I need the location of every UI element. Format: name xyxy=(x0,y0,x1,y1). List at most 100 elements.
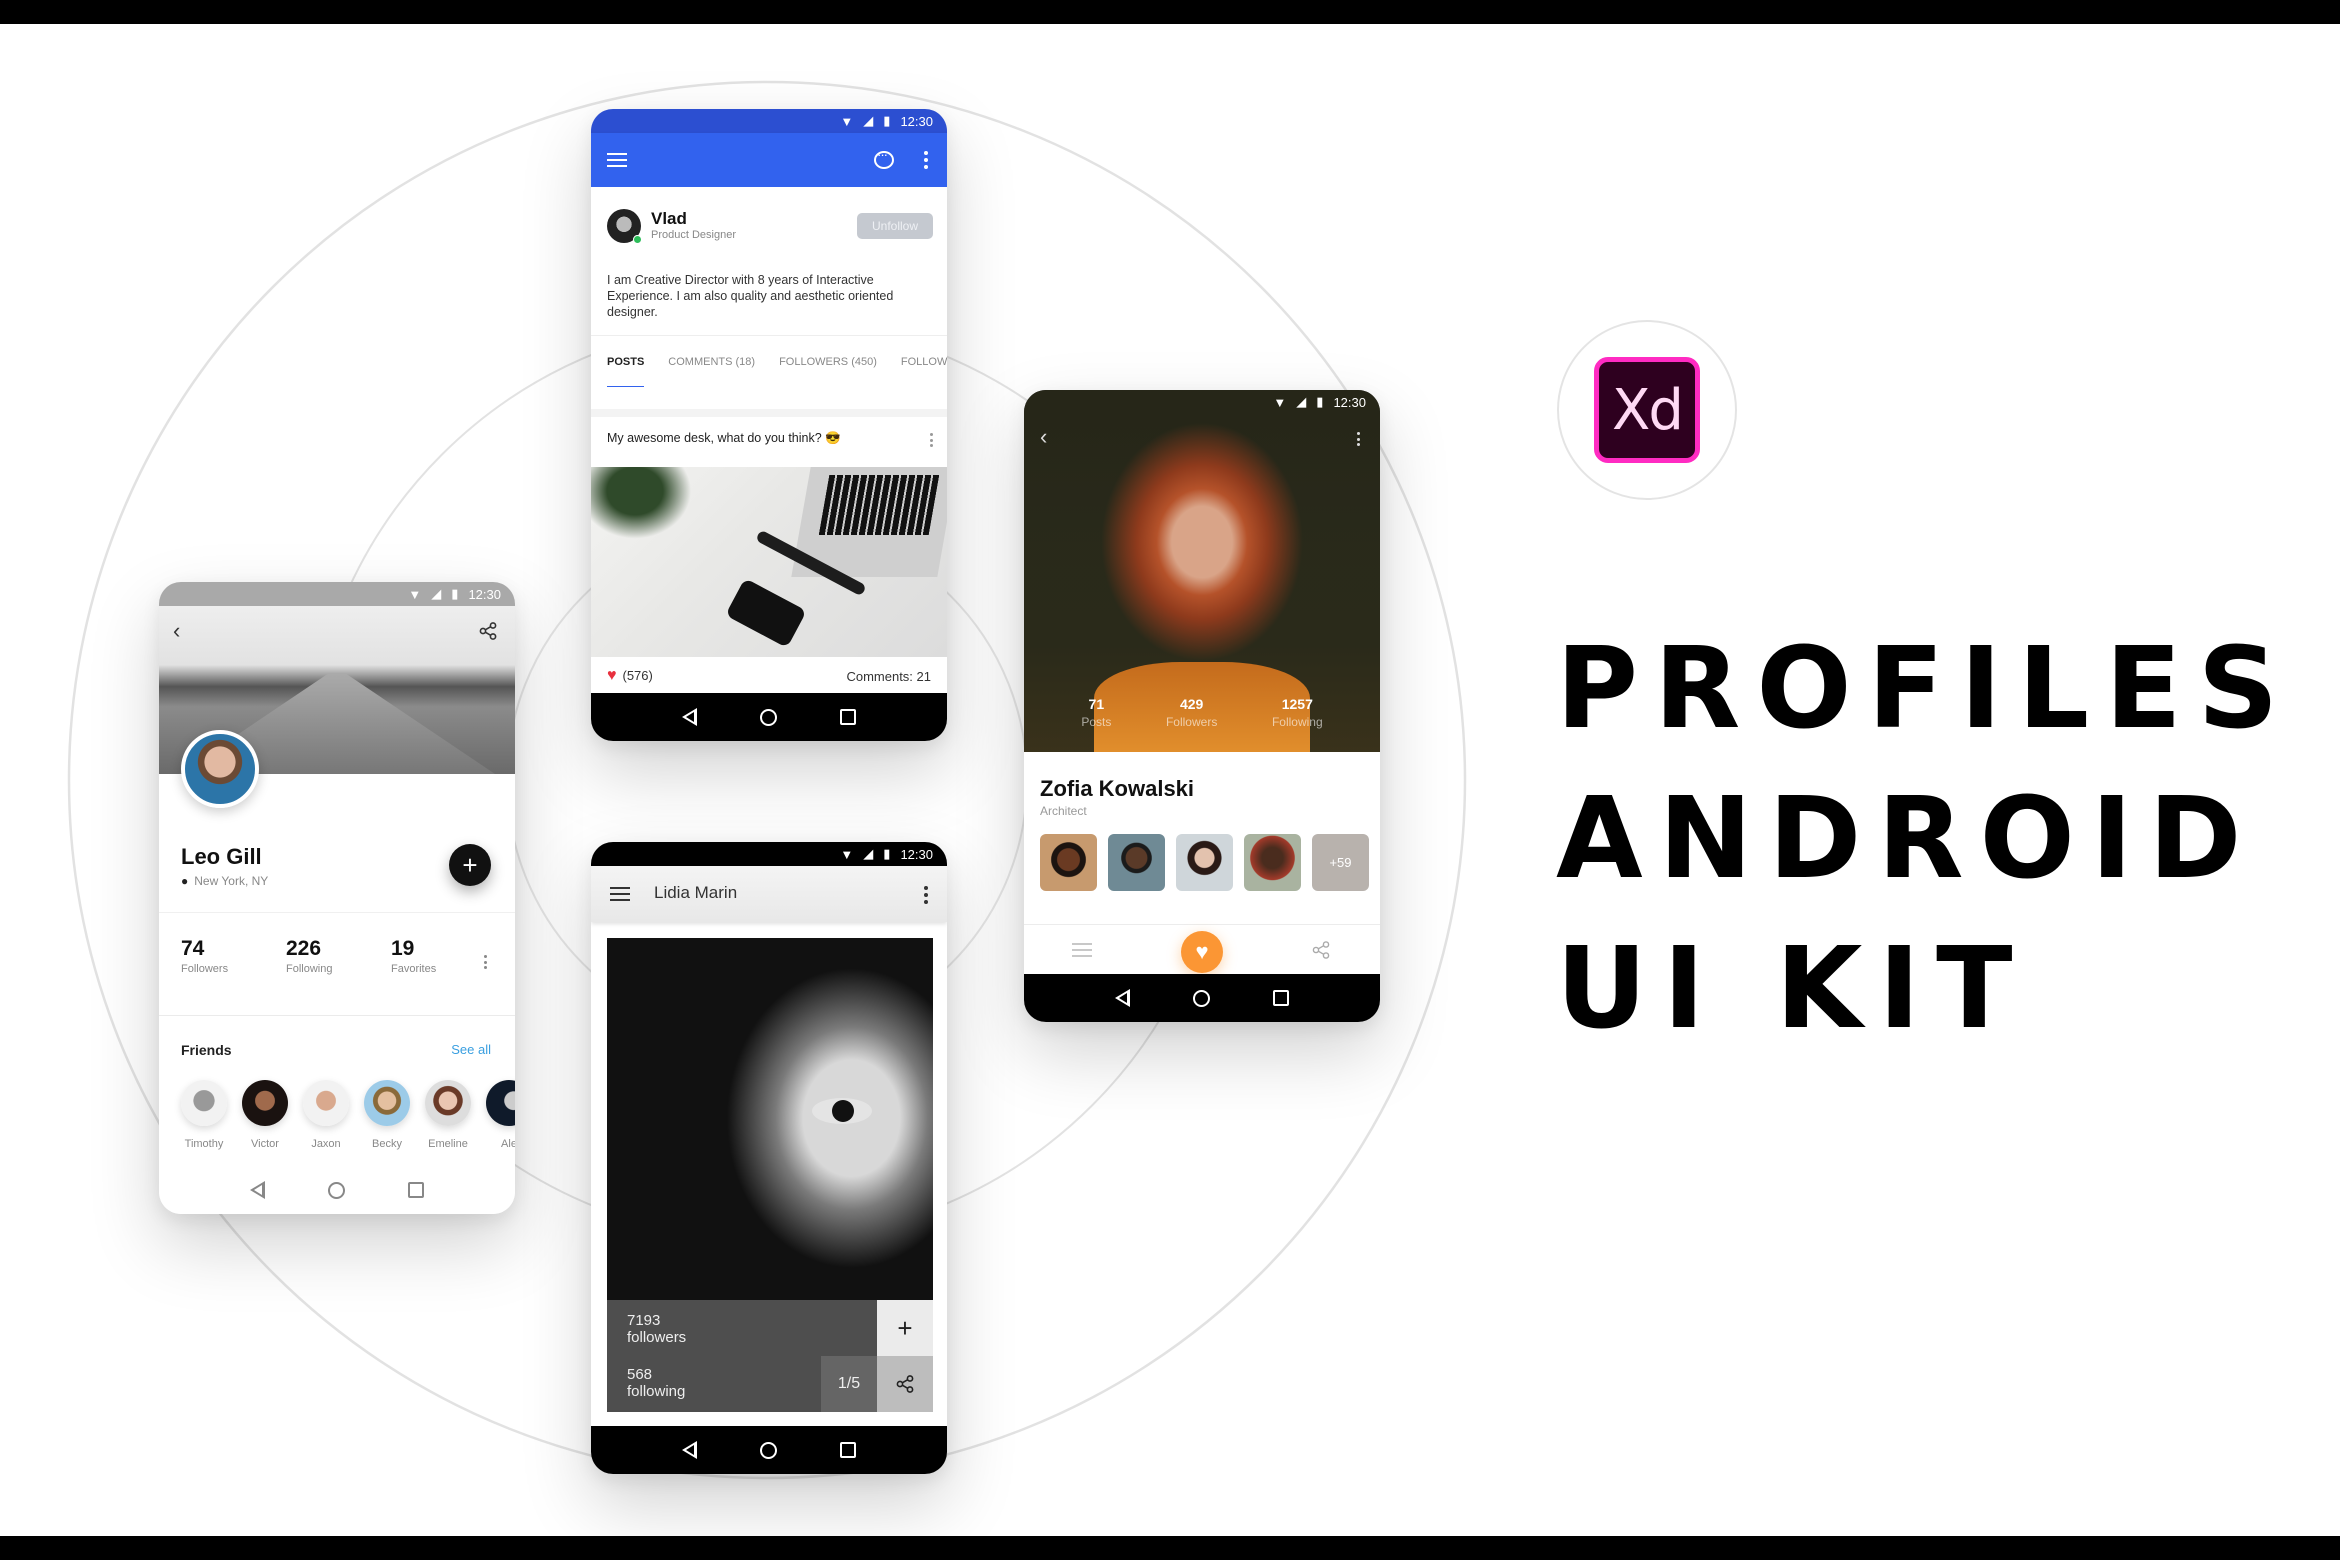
stat-label: Posts xyxy=(1081,715,1112,729)
tab-comments[interactable]: COMMENTS (18) xyxy=(668,336,755,387)
friend-thumb[interactable] xyxy=(1108,834,1165,891)
title-line: PROFILES xyxy=(1556,624,2295,754)
battery-icon: ▮ xyxy=(883,846,891,861)
friend-name: Jaxon xyxy=(311,1138,341,1150)
more-vert-icon[interactable] xyxy=(1357,432,1360,446)
avatar[interactable] xyxy=(181,730,259,808)
back-icon[interactable]: ‹ xyxy=(173,618,180,644)
friend-thumb[interactable] xyxy=(1040,834,1097,891)
nav-back-icon[interactable] xyxy=(1115,989,1131,1007)
wifi-icon: ▼ xyxy=(1273,394,1287,410)
stat-following[interactable]: 226 Following xyxy=(286,937,332,975)
phone-shape xyxy=(725,578,807,648)
friend-avatar xyxy=(303,1080,349,1126)
nav-home-icon[interactable] xyxy=(759,1441,777,1459)
friend-item[interactable]: Victor xyxy=(242,1080,288,1150)
menu-icon[interactable] xyxy=(1072,943,1092,957)
nav-home-icon[interactable] xyxy=(759,708,777,726)
friends-heading: Friends xyxy=(181,1042,232,1058)
nav-back-icon[interactable] xyxy=(682,708,698,726)
chat-icon[interactable] xyxy=(874,147,894,169)
stat-value: 19 xyxy=(391,937,415,960)
share-button[interactable] xyxy=(877,1356,933,1412)
tab-following[interactable]: FOLLOWING xyxy=(901,336,947,387)
share-icon[interactable] xyxy=(1312,941,1330,959)
stat-followers[interactable]: 74 Followers xyxy=(181,937,228,975)
add-button[interactable]: + xyxy=(449,844,491,886)
nav-recents-icon[interactable] xyxy=(1272,990,1289,1006)
wifi-icon: ▼ xyxy=(408,586,422,602)
nav-back-icon[interactable] xyxy=(250,1181,266,1199)
phone-zofia-profile: ‹ 71 Posts 429 Followers 1257 Following ▼ ◢… xyxy=(1024,390,1380,1022)
photo-counter: 1/5 xyxy=(821,1356,877,1412)
online-indicator xyxy=(633,235,642,244)
menu-icon[interactable] xyxy=(607,153,627,167)
post-card: My awesome desk, what do you think? 😎 ♥ (… xyxy=(591,409,947,709)
post-footer: ♥ (576) Comments: 21 xyxy=(607,667,931,685)
status-bar: ▼ ◢ ▮ 12:30 xyxy=(591,842,947,866)
stat-value: 226 xyxy=(286,937,322,960)
more-vert-icon[interactable] xyxy=(924,886,928,904)
battery-icon: ▮ xyxy=(1316,394,1324,409)
status-time: 12:30 xyxy=(1333,394,1366,410)
android-nav-bar xyxy=(591,693,947,741)
location-text: New York, NY xyxy=(194,874,269,888)
more-vert-icon[interactable] xyxy=(924,151,928,169)
title-line: ANDROID xyxy=(1556,774,2258,904)
friend-name: Victor xyxy=(251,1138,279,1150)
more-vert-icon[interactable] xyxy=(484,955,487,969)
status-time: 12:30 xyxy=(900,846,933,862)
profile-name: Leo Gill xyxy=(181,844,262,869)
stat-favorites[interactable]: 19 Favorites xyxy=(391,937,436,975)
stat-followers: 7193 followers xyxy=(627,1312,686,1346)
friend-thumb[interactable] xyxy=(1244,834,1301,891)
tab-followers[interactable]: FOLLOWERS (450) xyxy=(779,336,877,387)
friend-thumb[interactable] xyxy=(1176,834,1233,891)
post-more-icon[interactable] xyxy=(930,433,933,447)
profile-stats: 74 Followers 226 Following 19 Favorites xyxy=(159,912,515,1016)
friend-item[interactable]: Emeline xyxy=(425,1080,471,1150)
back-icon[interactable]: ‹ xyxy=(1040,424,1047,450)
comments-count[interactable]: Comments: 21 xyxy=(846,669,931,684)
like-button[interactable]: ♥ xyxy=(1181,931,1223,973)
stat-label: Favorites xyxy=(391,963,437,975)
nav-recents-icon[interactable] xyxy=(839,709,856,725)
stat-posts[interactable]: 71 Posts xyxy=(1081,696,1111,729)
nav-home-icon[interactable] xyxy=(327,1181,345,1199)
unfollow-button[interactable]: Unfollow xyxy=(857,213,933,239)
nav-recents-icon[interactable] xyxy=(839,1442,856,1458)
friend-item[interactable]: Jaxon xyxy=(303,1080,349,1150)
kit-title: PROFILES ANDROID UI KIT xyxy=(1556,614,2294,1064)
post-image-desk[interactable] xyxy=(591,467,947,657)
see-all-link[interactable]: See all xyxy=(451,1042,491,1057)
status-time: 12:30 xyxy=(900,113,933,129)
signal-icon: ◢ xyxy=(431,586,442,601)
share-icon[interactable] xyxy=(479,622,497,640)
stat-followers[interactable]: 429 Followers xyxy=(1166,696,1217,729)
stat-value: 568 xyxy=(627,1366,653,1383)
more-friends-badge[interactable]: +59 xyxy=(1312,834,1369,891)
tab-posts[interactable]: POSTS xyxy=(607,336,645,387)
wifi-icon: ▼ xyxy=(840,113,854,129)
stat-label: Following xyxy=(1271,715,1323,729)
likes[interactable]: ♥ (576) xyxy=(607,667,653,685)
stat-following[interactable]: 1257 Following xyxy=(1272,696,1323,729)
signal-icon: ◢ xyxy=(863,846,874,861)
android-nav-bar xyxy=(591,1426,947,1474)
nav-home-icon[interactable] xyxy=(1192,989,1210,1007)
friend-item[interactable]: Timothy xyxy=(181,1080,227,1150)
nav-recents-icon[interactable] xyxy=(407,1182,424,1198)
follow-plus-button[interactable]: + xyxy=(877,1300,933,1356)
profile-photo[interactable]: 7193 followers 568 following + 1/5 xyxy=(607,938,933,1412)
wifi-icon: ▼ xyxy=(840,846,854,862)
nav-back-icon[interactable] xyxy=(682,1441,698,1459)
profile-location: ● New York, NY xyxy=(181,874,268,888)
profile-cover-photo: ‹ 71 Posts 429 Followers 1257 Following xyxy=(1024,390,1380,752)
menu-icon[interactable] xyxy=(610,887,630,901)
friend-item[interactable]: Becky xyxy=(364,1080,410,1150)
likes-count: (576) xyxy=(622,668,653,683)
profile-role: Product Designer xyxy=(651,229,736,241)
heart-icon[interactable]: ♥ xyxy=(607,667,617,684)
friend-item[interactable]: Ale xyxy=(486,1080,515,1150)
signal-icon: ◢ xyxy=(1296,394,1307,409)
